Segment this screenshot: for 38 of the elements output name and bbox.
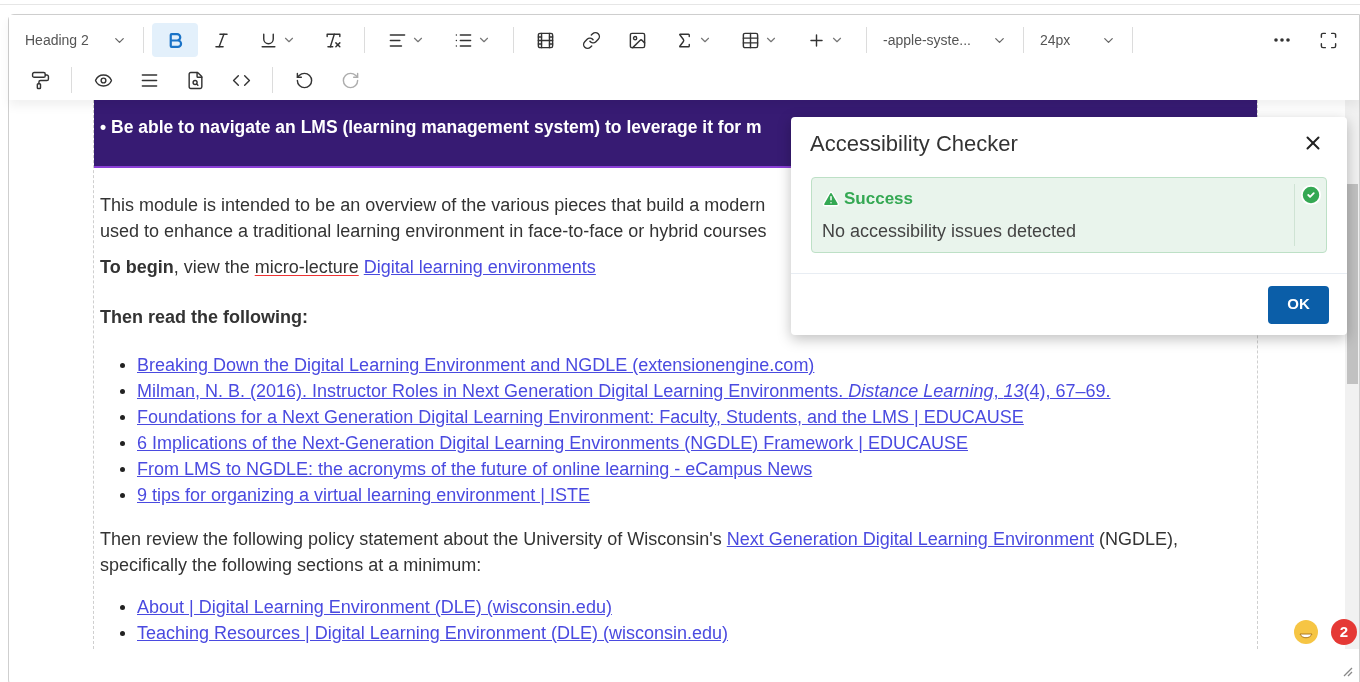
review-paragraph: Then review the following policy statement about the University of Wisconsin's Next Generation Digital Learning Environment (NGDLE), specifically the following sections at a minimum: (100, 528, 1178, 577)
section-heading: Then read the following: (100, 306, 308, 329)
reference-link[interactable]: About | Digital Learning Environment (DLE) (wisconsin.edu) (137, 594, 612, 620)
lecture-link[interactable]: Digital learning environments (363, 257, 596, 277)
check-icon (1299, 184, 1322, 206)
body-text: used to enhance a traditional learning environment in face-to-face or hybrid courses (100, 220, 767, 243)
reference-link[interactable]: From LMS to NGDLE: the acronyms of the future of online learning - eCampus News (137, 456, 813, 482)
link-icon (581, 30, 601, 50)
policy-link[interactable]: Next Generation Digital Learning Environment (726, 529, 1094, 549)
dropdown-select[interactable]: -apple-syste... (875, 23, 1015, 57)
fullscreen-icon (1318, 30, 1338, 50)
warning-icon (822, 189, 840, 208)
instruction-text: To begin, view the micro-lecture Digital learning environments (100, 256, 596, 279)
resize-handle-icon[interactable] (1341, 665, 1353, 677)
media-icon (535, 30, 555, 50)
notification-badge[interactable]: 2 (1331, 619, 1357, 645)
ok-button[interactable]: OK (1268, 285, 1329, 324)
reference-link[interactable]: 9 tips for organizing a virtual learning environment | ISTE (137, 482, 590, 508)
preview-icon (185, 70, 205, 90)
reference-link[interactable]: Milman, N. B. (2016). Instructor Roles in Next Generation Digital Learning Environments. Distance Learning, 13(4), 67–69. (137, 378, 1111, 404)
reference-link[interactable]: 6 Implications of the Next-Generation Digital Learning Environments (NGDLE) Framework | EDUCAUSE (137, 430, 968, 456)
alert-title: Success (844, 188, 913, 210)
dropdown-select[interactable]: 24px (1032, 23, 1124, 57)
table-icon (740, 30, 760, 50)
more-icon (1274, 38, 1290, 42)
image-icon (627, 30, 647, 50)
dialog-title: Accessibility Checker (810, 129, 1018, 158)
clear-format-icon (323, 30, 343, 50)
paint-roller-icon (30, 70, 50, 90)
undo-icon (294, 70, 314, 90)
dropdown-select[interactable]: Heading 2 (17, 23, 135, 57)
alert-message: No accessibility issues detected (822, 219, 1077, 243)
reference-link[interactable]: Foundations for a Next Generation Digital Learning Environment: Faculty, Students, and the LMS | EDUCAUSE (137, 404, 1024, 430)
reference-link[interactable]: Teaching Resources | Digital Learning Environment (DLE) (wisconsin.edu) (137, 620, 728, 646)
reference-link[interactable]: Breaking Down the Digital Learning Environment and NGDLE (extensionengine.com) (137, 352, 815, 378)
body-text: This module is intended to be an overview of the various pieces that build a modern (100, 194, 766, 217)
banner-text: • Be able to navigate an LMS (learning management system) to leverage it for m (100, 116, 762, 139)
redo-icon (340, 70, 360, 90)
